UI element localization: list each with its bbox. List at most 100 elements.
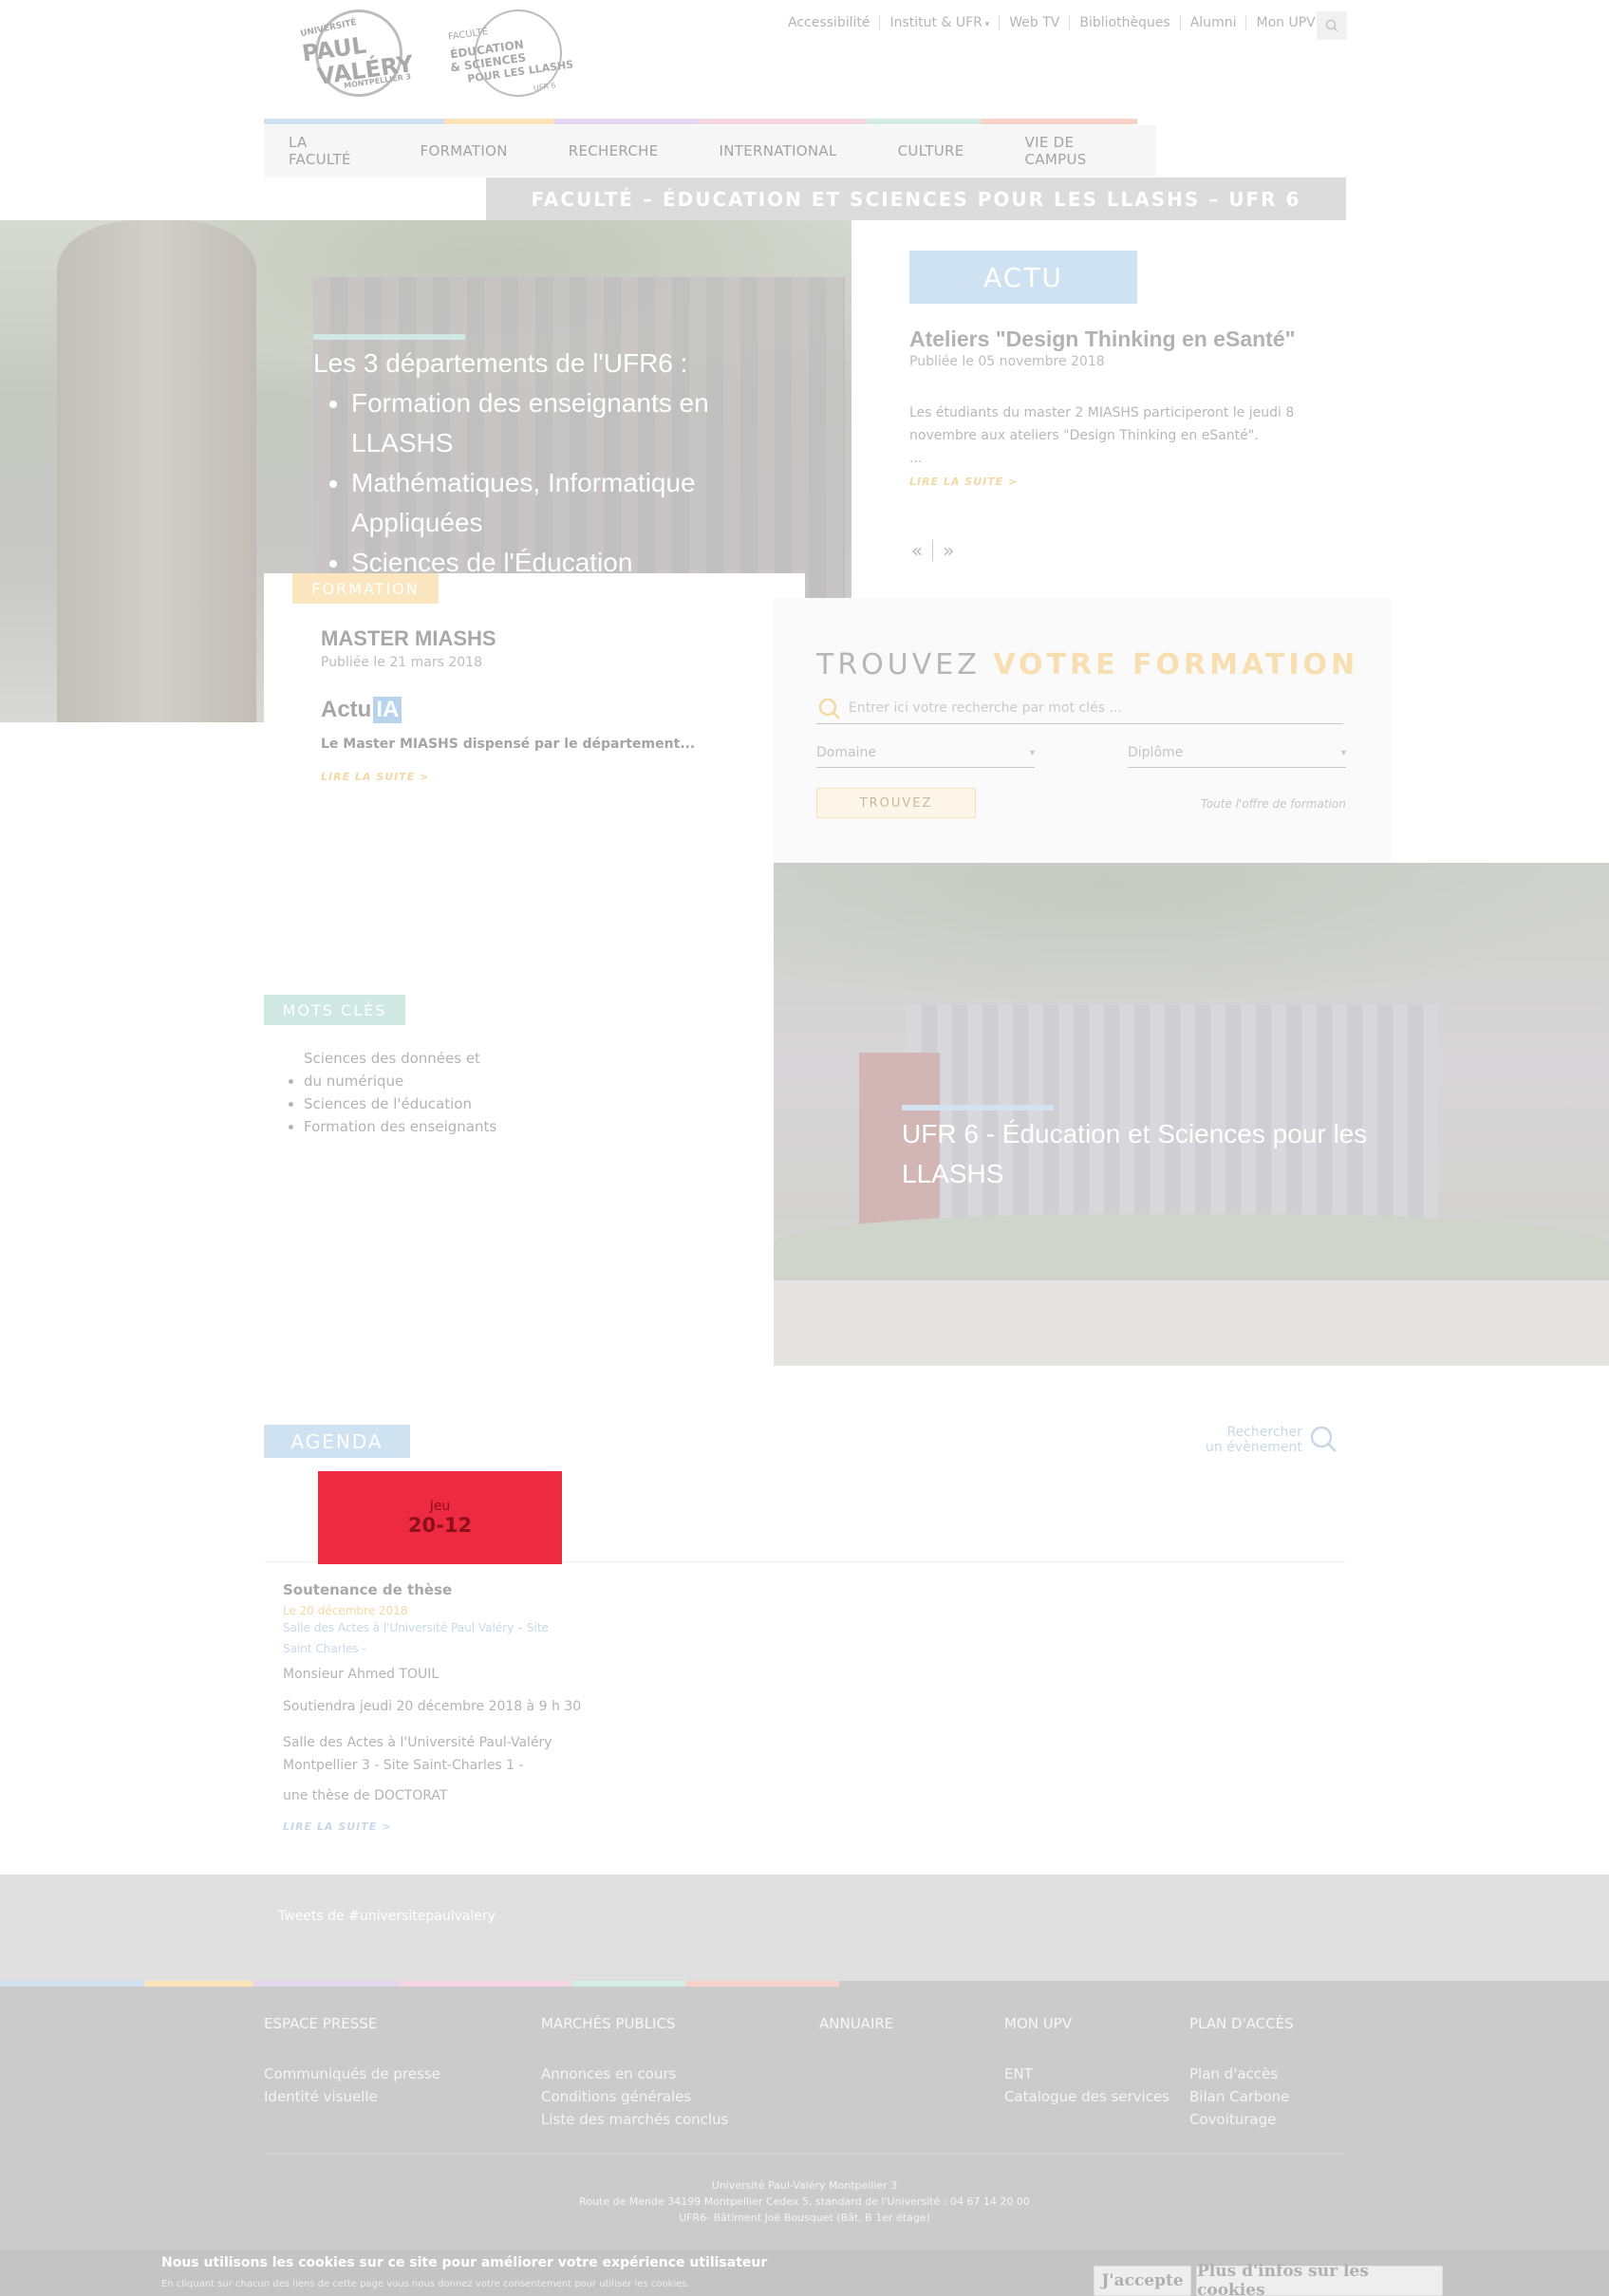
actuia-logo-actu: Actu [321,697,372,722]
top-link-institut[interactable]: Institut & UFR ▾ [879,15,999,30]
actu-ellipsis: ... [909,451,923,466]
finder-diploma-label: Diplôme [1128,745,1184,760]
search-icon [1325,19,1338,32]
actu-read-more-link[interactable]: LIRE LA SUITE > [909,476,1018,488]
footer-heading: MARCHÉS PUBLICS [541,2015,676,2032]
finder-diploma-underline [1128,767,1346,768]
university-logo[interactable]: UNIVERSITÉ PAUL VALÉRY MONTPELLIER 3 [296,9,420,100]
footer-link[interactable]: Bilan Carbone [1189,2085,1294,2108]
footer-col-presse: ESPACE PRESSE Communiqués de presse Iden… [264,2015,440,2108]
pager-divider [932,540,934,561]
footer-link[interactable]: Plan d'accès [1189,2063,1294,2085]
actu-pager: « » [911,539,955,562]
footer-link[interactable]: Conditions générales [541,2085,728,2108]
tweets-link[interactable]: Tweets de #universitepaulvalery [278,1909,496,1924]
finder-title-plain: TROUVEZ [816,648,981,681]
finder-search-underline [816,723,1343,724]
cookie-accept-button[interactable]: J'accepte [1094,2266,1191,2296]
footer-address: Université Paul-Valéry Montpellier 3 Rou… [0,2177,1609,2226]
faculty-logo[interactable]: FACULTÉ ÉDUCATION & SCIENCES POUR LES LL… [446,9,589,100]
agenda-search-line2: un évènement [1206,1440,1302,1455]
stripe-segment [685,1981,839,1987]
faculty-logo-line5: UFR 6 [533,81,557,93]
cookie-banner: Nous utilisons les cookies sur ce site p… [0,2249,1609,2296]
stripe-segment [698,119,867,124]
actu-body: Les étudiants du master 2 MIASHS partici… [909,405,1295,443]
keyword-item[interactable]: Formation des enseignants [304,1115,496,1138]
footer-link[interactable]: Liste des marchés conclus [541,2108,728,2131]
color-stripe-footer [0,1981,839,1987]
top-link-monupv-label: Mon UPV [1256,15,1316,30]
actu-date: Publiée le 05 novembre 2018 [909,354,1105,369]
agenda-date-box[interactable]: Jeu 20-12 [318,1471,562,1564]
finder-all-offers-link[interactable]: Toute l'offre de formation [1201,797,1346,811]
finder-title-highlight: VOTRE FORMATION [993,648,1359,681]
stripe-segment [0,1981,144,1987]
agenda-search-text: Rechercher un évènement [1206,1425,1302,1455]
nav-item-faculte[interactable]: LA FACULTÉ [289,134,360,168]
footer-link[interactable]: Annonces en cours [541,2063,728,2085]
event-place: Salle des Actes à l'Université Paul Valé… [283,1621,549,1655]
nav-item-recherche[interactable]: RECHERCHE [569,142,659,159]
hero-list: Formation des enseignants en LLASHS Math… [351,383,750,583]
formation-read-more-link[interactable]: LIRE LA SUITE > [321,771,429,783]
footer-col-plan: PLAN D'ACCÈS Plan d'accès Bilan Carbone … [1189,2015,1294,2131]
finder-search-placeholder: Entrer ici votre recherche par mot clés … [849,700,1122,716]
stripe-segment [571,1981,685,1987]
prev-arrow-icon[interactable]: « [911,539,923,562]
cookie-title: Nous utilisons les cookies sur ce site p… [161,2255,768,2270]
formation-finder: TROUVEZ VOTRE FORMATION Entrer ici votre… [774,598,1391,863]
event-title[interactable]: Soutenance de thèse [283,1581,587,1598]
page-title-banner: FACULTÉ – ÉDUCATION ET SCIENCES POUR LES… [486,177,1346,220]
nav-item-formation[interactable]: FORMATION [421,142,508,159]
actu-title[interactable]: Ateliers "Design Thinking en eSanté" [909,327,1296,352]
next-arrow-icon[interactable]: » [943,539,954,562]
footer-link[interactable]: ENT [1004,2063,1169,2085]
finder-domain-underline [816,767,1035,768]
top-link-webtv[interactable]: Web TV [999,15,1069,30]
photo-caption: UFR 6 - Éducation et Sciences pour les L… [902,1119,1368,1188]
finder-domain-select[interactable]: Domaine ▾ [816,738,1035,767]
footer-heading: MON UPV [1004,2015,1073,2032]
stripe-segment [981,119,1137,124]
finder-diploma-select[interactable]: Diplôme ▾ [1128,738,1346,767]
keyword-item[interactable]: Sciences de l'éducation [304,1092,496,1115]
hero-list-item: Mathématiques, Informatique Appliquées [351,463,750,543]
cookie-more-info-button[interactable]: Plus d'infos sur les cookies [1196,2262,1443,2296]
event-paragraph: une thèse de DOCTORAT [283,1788,448,1803]
nav-item-culture[interactable]: CULTURE [898,142,964,159]
search-icon [1310,1426,1337,1452]
footer-link[interactable]: Identité visuelle [264,2085,440,2108]
nav-item-international[interactable]: INTERNATIONAL [719,142,836,159]
event-paragraph: Salle des Actes à l'Université Paul-Valé… [283,1735,552,1773]
footer-link[interactable]: Covoiturage [1189,2108,1294,2131]
footer-link[interactable]: Catalogue des services [1004,2085,1169,2108]
agenda-event: Soutenance de thèse Le 20 décembre 2018 … [283,1581,587,1833]
finder-search-field[interactable]: Entrer ici votre recherche par mot clés … [816,693,1343,723]
nav-item-vie-de-campus[interactable]: VIE DE CAMPUS [1025,134,1120,168]
color-stripe-top [264,119,1137,124]
event-read-more-link[interactable]: LIRE LA SUITE > [283,1820,587,1833]
keywords-tag: MOTS CLÉS [264,995,405,1025]
footer-address-line: Université Paul-Valéry Montpellier 3 [711,2179,898,2192]
footer-heading[interactable]: ANNUAIRE [819,2015,893,2032]
stripe-segment [867,119,981,124]
formation-title[interactable]: MASTER MIASHS [321,626,496,651]
site-search-button[interactable] [1317,11,1347,40]
footer-link[interactable]: Communiqués de presse [264,2063,440,2085]
photo-caption-accent [902,1105,1054,1111]
keyword-item[interactable]: Sciences des données et du numérique [304,1047,496,1092]
top-link-alumni[interactable]: Alumni [1179,15,1246,30]
photo-shrubs [774,1214,1609,1290]
stripe-segment [253,1981,401,1987]
caret-down-icon: ▾ [1340,747,1346,758]
top-link-accessibility[interactable]: Accessibilité [778,15,879,30]
top-link-bibliotheques[interactable]: Bibliothèques [1069,15,1179,30]
footer-heading: ESPACE PRESSE [264,2015,378,2032]
agenda-search-link[interactable]: Rechercher un évènement [1206,1424,1340,1456]
main-nav: LA FACULTÉ FORMATION RECHERCHE INTERNATI… [264,125,1156,177]
tweets-section: Tweets de #universitepaulvalery [0,1875,1609,1981]
finder-submit-button[interactable]: TROUVEZ [816,788,976,818]
formation-date: Publiée le 21 mars 2018 [321,655,482,670]
event-paragraph: Monsieur Ahmed TOUIL [283,1667,440,1682]
